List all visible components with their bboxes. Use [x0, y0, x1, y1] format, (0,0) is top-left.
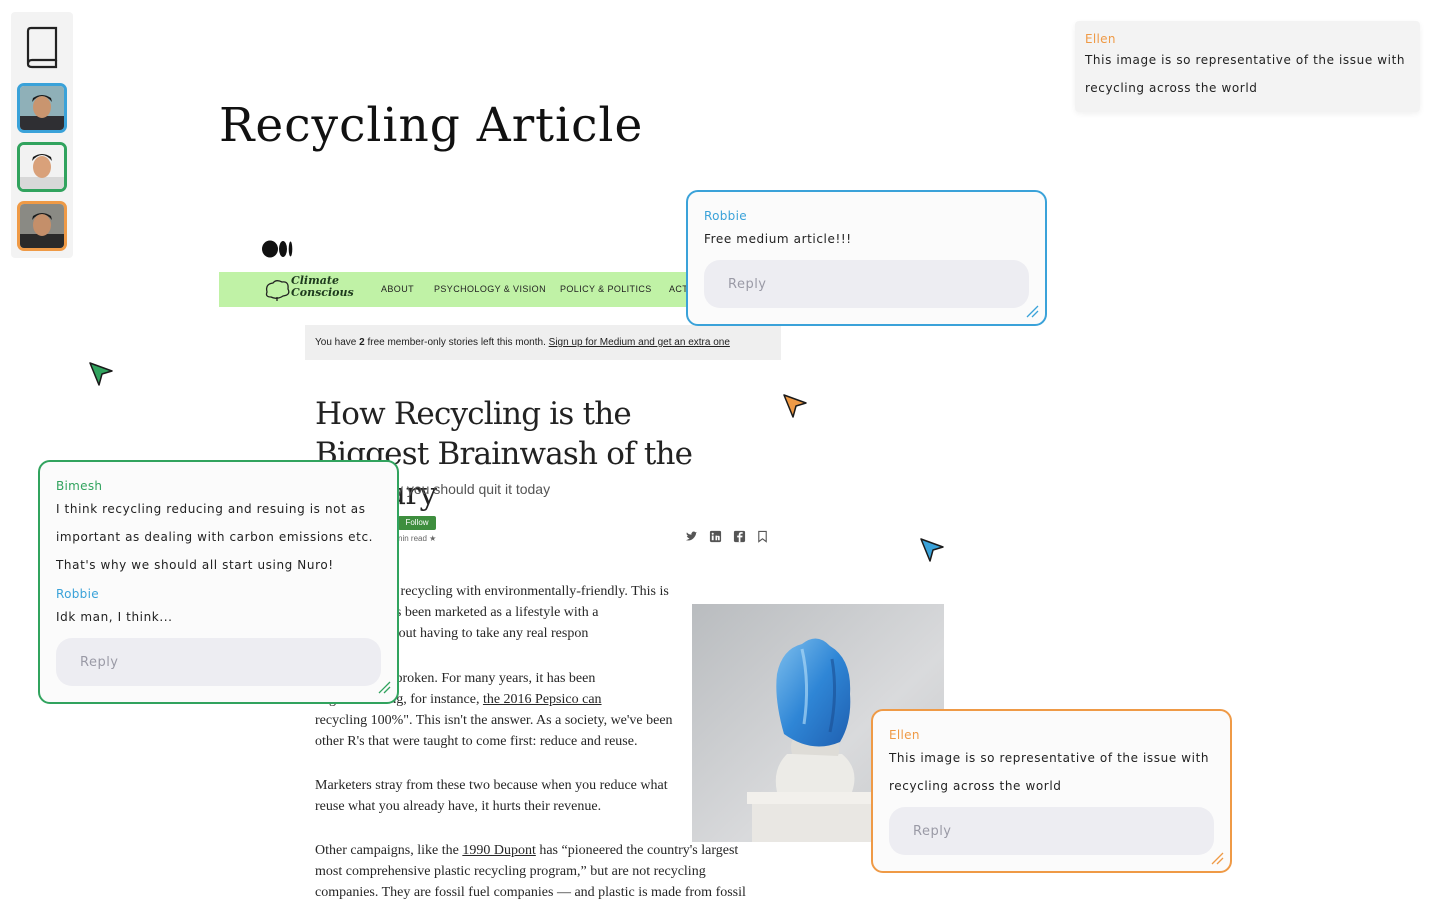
paragraph-line: recycling 100%". This isn't the answer. …	[315, 713, 673, 728]
comment-author: Ellen	[889, 728, 920, 742]
avatar-robbie[interactable]	[17, 83, 67, 133]
avatar-photo	[20, 86, 64, 130]
follow-button[interactable]: Follow	[398, 516, 436, 530]
comment-line: This image is so representative of the i…	[889, 751, 1210, 765]
comment-text: This image is so representative of the i…	[1085, 46, 1405, 102]
comment-line: This image is so representative of the i…	[1085, 53, 1406, 67]
banner-text: free member-only stories left this month…	[364, 337, 549, 348]
comment-author: Bimesh	[56, 479, 103, 493]
banner-prefix: You have	[315, 337, 360, 348]
avatar-photo	[20, 145, 64, 189]
collaborator-toolbar	[11, 12, 73, 258]
site-logo-text: Climate Conscious	[291, 274, 354, 299]
collaborator-cursor-icon	[89, 362, 113, 386]
nav-about[interactable]: ABOUT	[381, 284, 414, 294]
comment-line: recycling across the world	[889, 779, 1062, 793]
paragraph-line-text: has “pioneered the country's largest	[535, 843, 739, 858]
paragraph-line: most comprehensive plastic recycling pro…	[315, 864, 706, 879]
resize-handle-icon[interactable]	[1210, 851, 1224, 865]
reply-input[interactable]	[704, 260, 1029, 308]
article-paragraph: Marketers stray from these two because w…	[315, 775, 668, 817]
bookmark-icon[interactable]	[756, 530, 769, 543]
book-icon[interactable]	[24, 25, 60, 69]
resize-handle-icon[interactable]	[377, 680, 391, 694]
collaborator-cursor-icon	[783, 394, 807, 418]
medium-logo-icon	[262, 240, 293, 258]
twitter-icon[interactable]	[685, 530, 698, 543]
paragraph-line: reuse what you already have, it hurts th…	[315, 799, 602, 814]
paragraph-line-text: Other campaigns, like the	[315, 843, 463, 858]
paragraph-line: Marketers stray from these two because w…	[315, 778, 668, 793]
avatar-photo	[20, 204, 64, 248]
comment-card-robbie[interactable]: Robbie Free medium article!!!	[686, 190, 1047, 326]
comment-line: That's why we should all start using Nur…	[56, 558, 334, 572]
nav-psychology-vision[interactable]: PSYCHOLOGY & VISION	[434, 284, 546, 294]
read-time: nin read ★	[398, 534, 437, 543]
comment-line: recycling across the world	[1085, 81, 1258, 95]
page-title: Recycling Article	[219, 98, 644, 153]
pepsico-link[interactable]: the 2016 Pepsico can	[483, 692, 602, 707]
comment-card-bimesh[interactable]: Bimesh I think recycling reducing and re…	[38, 460, 399, 704]
reply-author: Robbie	[56, 587, 99, 601]
comment-line: important as dealing with carbon emissio…	[56, 530, 374, 544]
reply-input[interactable]	[56, 638, 381, 686]
comment-author: Robbie	[704, 209, 747, 223]
signup-link[interactable]: Sign up for Medium and get an extra one	[549, 337, 730, 348]
nav-policy-politics[interactable]: POLICY & POLITICS	[560, 284, 652, 294]
comment-note-ellen-top[interactable]: Ellen This image is so representative of…	[1075, 21, 1420, 112]
paragraph-line: Other campaigns, like the 1990 Dupont ha…	[315, 840, 746, 861]
comment-line: I think recycling reducing and resuing i…	[56, 502, 366, 516]
reply-text: Idk man, I think...	[56, 610, 173, 624]
reply-input[interactable]	[889, 807, 1214, 855]
comment-author: Ellen	[1085, 32, 1116, 46]
comment-text: This image is so representative of the i…	[889, 744, 1209, 800]
avatar-bimesh[interactable]	[17, 142, 67, 192]
article-subtitle: y you should quit it today	[396, 481, 551, 497]
resize-handle-icon[interactable]	[1025, 304, 1039, 318]
comment-text: Free medium article!!!	[704, 232, 852, 246]
member-banner: You have 2 free member-only stories left…	[305, 325, 781, 360]
collaborator-cursor-icon	[920, 538, 944, 562]
linkedin-icon[interactable]	[709, 530, 722, 543]
paragraph-line: other R's that were taught to come first…	[315, 734, 638, 749]
comment-text: I think recycling reducing and resuing i…	[56, 495, 373, 579]
comment-card-ellen[interactable]: Ellen This image is so representative of…	[871, 709, 1232, 873]
article-paragraph: Other campaigns, like the 1990 Dupont ha…	[315, 840, 746, 903]
dupont-link[interactable]: 1990 Dupont	[462, 843, 536, 858]
publication-nav: Climate Conscious ABOUT PSYCHOLOGY & VIS…	[219, 272, 719, 307]
facebook-icon[interactable]	[733, 530, 746, 543]
avatar-ellen[interactable]	[17, 201, 67, 251]
